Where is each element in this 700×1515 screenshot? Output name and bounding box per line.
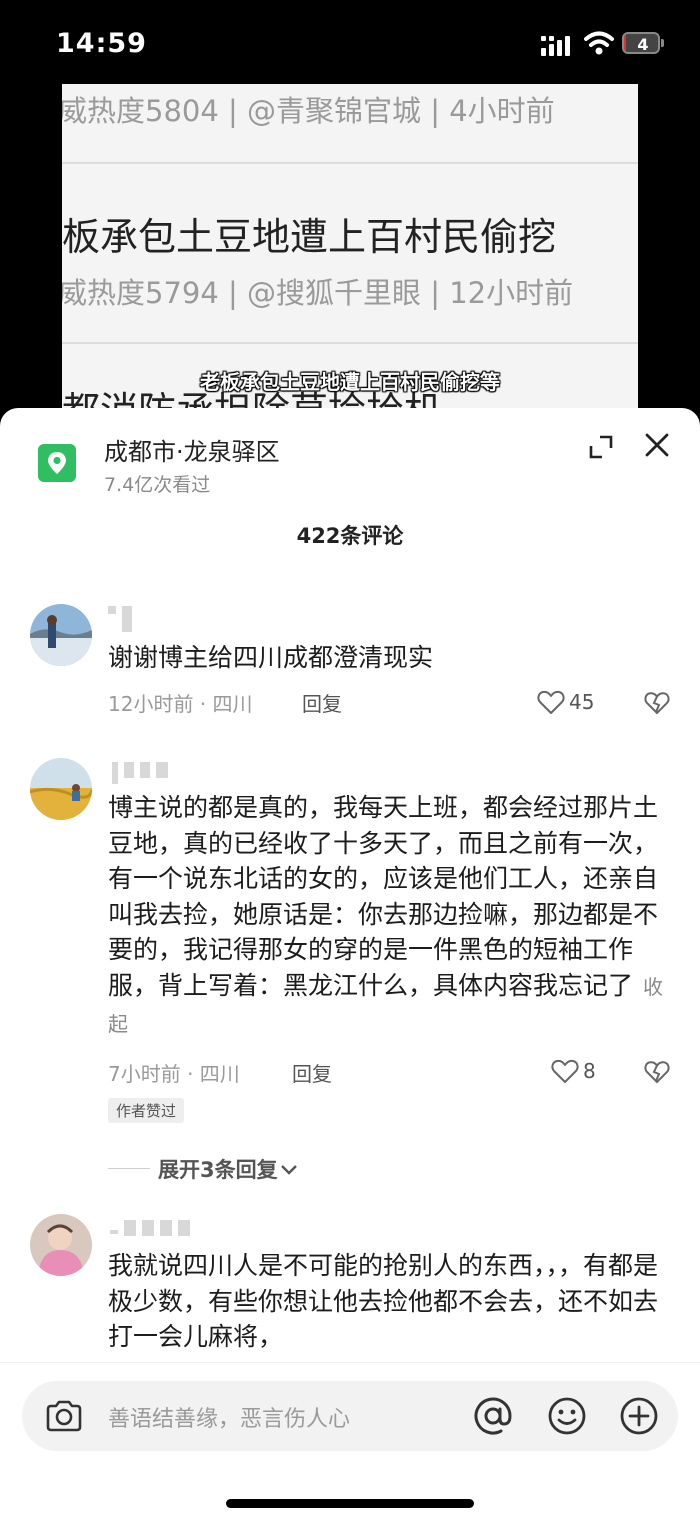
status-bar: 14:59 4	[0, 0, 700, 80]
emoji-icon[interactable]	[546, 1395, 588, 1437]
comment-time-location: 12小时前 · 四川	[108, 692, 253, 716]
expand-replies-button[interactable]: 展开3条回复	[158, 1154, 298, 1184]
heart-icon[interactable]	[537, 689, 565, 715]
comment-input[interactable]: 善语结善缘，恶言伤人心	[22, 1381, 678, 1451]
comment-text: 谢谢博主给四川成都澄清现实	[108, 643, 434, 672]
avatar[interactable]	[30, 604, 92, 666]
dislike-icon[interactable]	[644, 690, 670, 716]
video-row-meta-1: 威热度5804 | @青聚锦官城 | 4小时前	[62, 94, 555, 128]
username-redacted[interactable]	[108, 606, 138, 632]
avatar[interactable]	[30, 758, 92, 820]
location-views: 7.4亿次看过	[104, 474, 211, 496]
divider	[108, 1168, 150, 1169]
at-mention-icon[interactable]	[472, 1395, 514, 1437]
author-liked-badge: 作者赞过	[108, 1098, 185, 1123]
comments-sheet: 成都市·龙泉驿区 7.4亿次看过 422条评论 谢谢博主给四川成都澄清现实 12…	[0, 408, 700, 1515]
video-subtitle: 老板承包土豆地遭上百村民偷挖等	[200, 370, 500, 394]
comment-text: 博主说的都是真的，我每天上班，都会经过那片土豆地，真的已经收了十多天了，而且之前…	[108, 793, 664, 1036]
expand-icon[interactable]	[588, 434, 614, 460]
comment-text: 我就说四川人是不可能的抢别人的东西，，，有都是极少数，有些你想让他去捡他都不会去…	[108, 1251, 659, 1351]
close-icon[interactable]	[642, 430, 672, 460]
add-icon[interactable]	[618, 1395, 660, 1437]
like-count: 8	[583, 1059, 596, 1083]
video-row-meta-2: 威热度5794 | @搜狐千里眼 | 12小时前	[62, 276, 574, 310]
cellular-signal-icon	[541, 36, 570, 56]
location-title[interactable]: 成都市·龙泉驿区	[104, 432, 280, 467]
comment-input-placeholder: 善语结善缘，恶言伤人心	[108, 1407, 351, 1432]
reply-button[interactable]: 回复	[292, 1058, 332, 1087]
like-count: 45	[569, 690, 595, 714]
location-pin-icon[interactable]	[38, 444, 76, 482]
expand-replies-label: 展开3条回复	[158, 1158, 278, 1182]
camera-icon[interactable]	[44, 1397, 84, 1435]
chevron-down-icon	[280, 1165, 297, 1175]
reply-button[interactable]: 回复	[302, 688, 342, 717]
avatar[interactable]	[30, 1214, 92, 1276]
status-time: 14:59	[56, 28, 147, 59]
video-frame[interactable]: 威热度5804 | @青聚锦官城 | 4小时前 板承包土豆地遭上百村民偷挖 威热…	[0, 80, 700, 420]
wifi-icon	[584, 31, 614, 55]
comment-input-bar: 善语结善缘，恶言伤人心	[0, 1362, 700, 1515]
home-indicator[interactable]	[226, 1499, 474, 1508]
comment-count: 422条评论	[296, 524, 404, 548]
username-redacted[interactable]	[110, 1220, 196, 1238]
username-redacted[interactable]	[112, 762, 174, 784]
heart-icon[interactable]	[551, 1058, 579, 1084]
battery-percent: 4	[637, 35, 649, 54]
battery-indicator: 4	[622, 32, 666, 56]
comment-time-location: 7小时前 · 四川	[108, 1062, 240, 1086]
dislike-icon[interactable]	[644, 1059, 670, 1085]
video-row-headline: 板承包土豆地遭上百村民偷挖	[62, 215, 557, 259]
